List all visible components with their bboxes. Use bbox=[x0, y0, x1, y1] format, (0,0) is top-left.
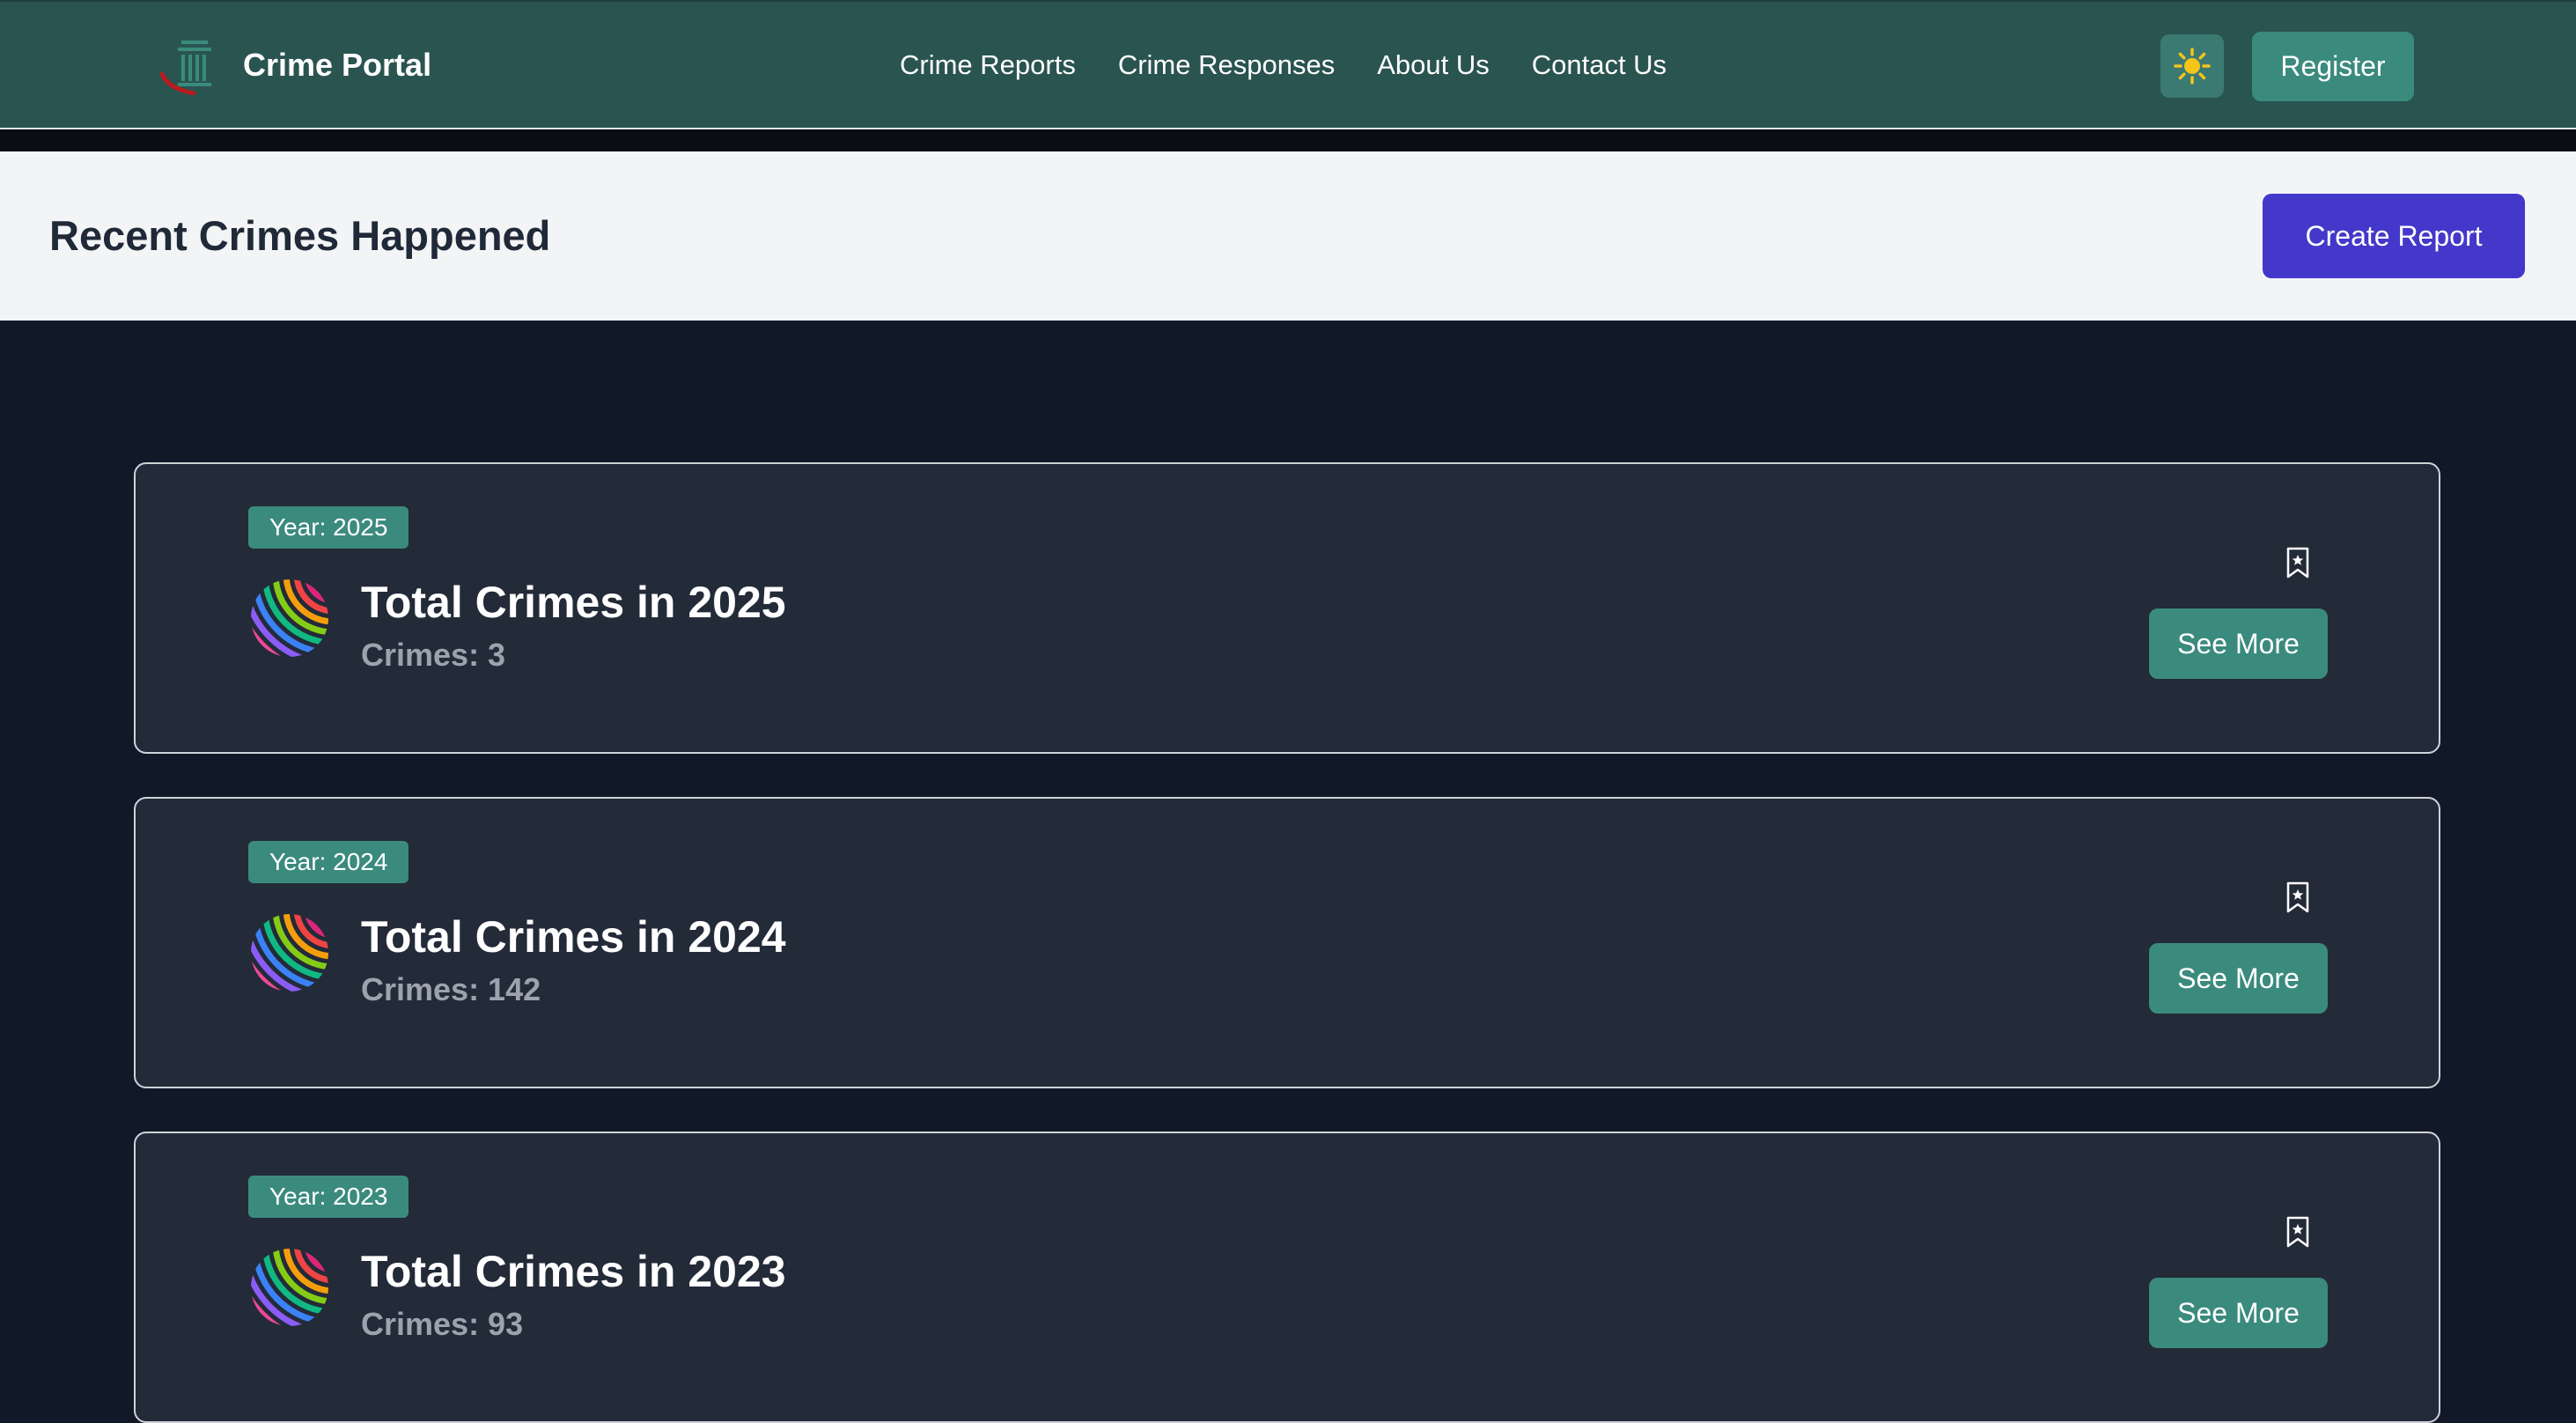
rainbow-globe-icon bbox=[251, 1249, 328, 1326]
sun-icon bbox=[2174, 48, 2211, 85]
brand-name: Crime Portal bbox=[243, 47, 432, 83]
see-more-button[interactable]: See More bbox=[2149, 943, 2328, 1014]
crime-year-card: Year: 2023 Total Crimes in 2023 Crimes: … bbox=[134, 1132, 2440, 1423]
card-title: Total Crimes in 2023 bbox=[361, 1247, 786, 1296]
see-more-button[interactable]: See More bbox=[2149, 1278, 2328, 1348]
year-badge: Year: 2023 bbox=[248, 1176, 409, 1218]
crime-count: Crimes: 3 bbox=[361, 637, 506, 673]
year-badge: Year: 2024 bbox=[248, 841, 409, 883]
nav-link-about-us[interactable]: About Us bbox=[1377, 49, 1490, 81]
nav-link-crime-reports[interactable]: Crime Reports bbox=[900, 49, 1076, 81]
top-navbar: Crime Portal Crime Reports Crime Respons… bbox=[0, 0, 2576, 129]
bookmark-icon[interactable] bbox=[2285, 1216, 2310, 1248]
page-header: Recent Crimes Happened Create Report bbox=[0, 151, 2576, 321]
nav-link-contact-us[interactable]: Contact Us bbox=[1532, 49, 1667, 81]
crime-count: Crimes: 142 bbox=[361, 971, 541, 1007]
card-title: Total Crimes in 2024 bbox=[361, 912, 786, 962]
main-nav: Crime Reports Crime Responses About Us C… bbox=[900, 49, 1709, 81]
crime-year-card: Year: 2025 Total Crimes in 2025 Crimes: … bbox=[134, 462, 2440, 754]
bookmark-icon[interactable] bbox=[2285, 547, 2310, 579]
brand[interactable]: Crime Portal bbox=[158, 35, 431, 95]
crime-count: Crimes: 93 bbox=[361, 1306, 524, 1342]
crime-year-card: Year: 2024 Total Crimes in 2024 Crimes: … bbox=[134, 797, 2440, 1088]
page-title: Recent Crimes Happened bbox=[49, 212, 551, 259]
see-more-button[interactable]: See More bbox=[2149, 608, 2328, 679]
card-title: Total Crimes in 2025 bbox=[361, 578, 786, 627]
theme-toggle-button[interactable] bbox=[2160, 34, 2224, 98]
register-button[interactable]: Register bbox=[2252, 32, 2414, 101]
create-report-button[interactable]: Create Report bbox=[2263, 194, 2525, 278]
nav-link-crime-responses[interactable]: Crime Responses bbox=[1118, 49, 1335, 81]
header-divider bbox=[0, 129, 2576, 151]
bookmark-icon[interactable] bbox=[2285, 881, 2310, 913]
year-badge: Year: 2025 bbox=[248, 506, 409, 549]
courthouse-pillar-icon bbox=[159, 41, 211, 95]
rainbow-globe-icon bbox=[251, 579, 328, 657]
rainbow-globe-icon bbox=[251, 914, 328, 992]
